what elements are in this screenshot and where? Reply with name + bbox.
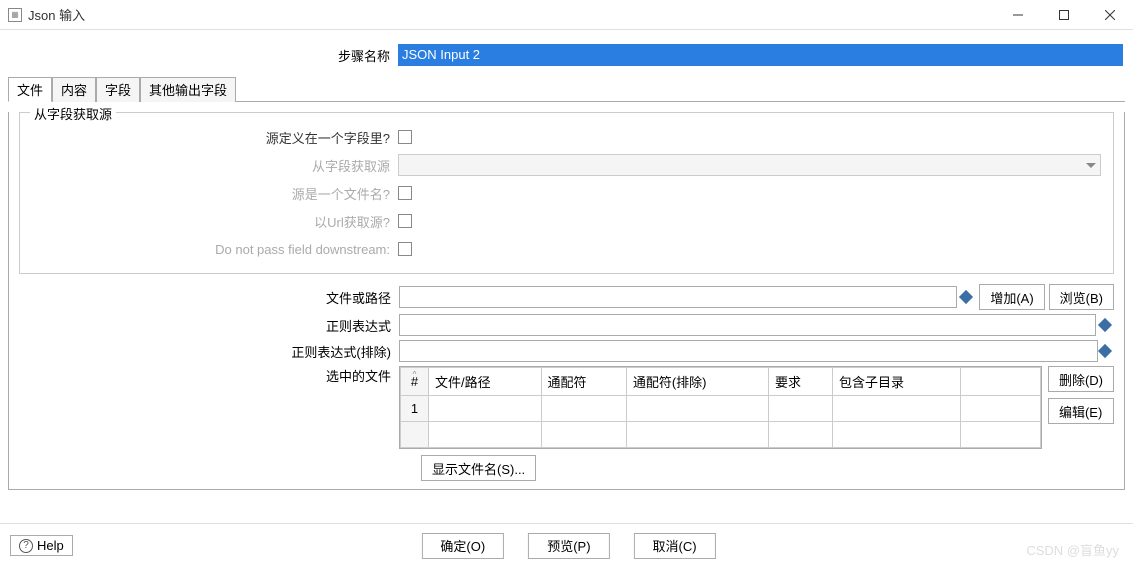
- use-url-label: 以Url获取源?: [28, 212, 398, 231]
- selected-files-table[interactable]: ^# 文件/路径 通配符 通配符(排除) 要求 包含子目录 1: [399, 366, 1042, 449]
- fieldset-legend: 从字段获取源: [30, 104, 116, 123]
- show-filenames-button[interactable]: 显示文件名(S)...: [421, 455, 536, 481]
- window-title: Json 输入: [28, 5, 85, 24]
- add-button[interactable]: 增加(A): [979, 284, 1044, 310]
- preview-button[interactable]: 预览(P): [528, 533, 609, 559]
- dropdown-arrow-icon: [1086, 163, 1096, 168]
- delete-button[interactable]: 删除(D): [1048, 366, 1114, 392]
- minimize-button[interactable]: [995, 0, 1041, 30]
- src-in-field-label: 源定义在一个字段里?: [28, 128, 398, 147]
- no-pass-checkbox[interactable]: [398, 242, 412, 256]
- help-icon: ?: [19, 539, 33, 553]
- step-name-label: 步骤名称: [10, 46, 398, 65]
- maximize-button[interactable]: [1041, 0, 1087, 30]
- is-filename-checkbox[interactable]: [398, 186, 412, 200]
- col-rownum[interactable]: ^#: [401, 368, 429, 396]
- regex-exclude-input[interactable]: [399, 340, 1098, 362]
- is-filename-label: 源是一个文件名?: [28, 184, 398, 203]
- file-or-path-input[interactable]: [399, 286, 957, 308]
- tab-fields[interactable]: 字段: [96, 77, 140, 102]
- help-button[interactable]: ? Help: [10, 535, 73, 556]
- regex-label: 正则表达式: [19, 316, 399, 335]
- col-wildcard-exclude[interactable]: 通配符(排除): [626, 368, 768, 396]
- regex-input[interactable]: [399, 314, 1096, 336]
- variable-icon[interactable]: [959, 290, 973, 304]
- app-icon: ▦: [8, 8, 22, 22]
- col-required[interactable]: 要求: [768, 368, 832, 396]
- footer: ? Help 确定(O) 预览(P) 取消(C): [0, 523, 1133, 567]
- src-in-field-checkbox[interactable]: [398, 130, 412, 144]
- col-wildcard[interactable]: 通配符: [541, 368, 626, 396]
- tab-other-output[interactable]: 其他输出字段: [140, 77, 236, 102]
- browse-button[interactable]: 浏览(B): [1049, 284, 1114, 310]
- tab-content[interactable]: 内容: [52, 77, 96, 102]
- table-row[interactable]: [401, 422, 1041, 448]
- col-file-path[interactable]: 文件/路径: [429, 368, 542, 396]
- tabs: 文件 内容 字段 其他输出字段: [8, 76, 1125, 102]
- step-name-input[interactable]: [398, 44, 1123, 66]
- regex-exclude-label: 正则表达式(排除): [19, 342, 399, 361]
- table-row[interactable]: 1: [401, 396, 1041, 422]
- get-from-field-select[interactable]: [398, 154, 1101, 176]
- use-url-checkbox[interactable]: [398, 214, 412, 228]
- get-from-field-label: 从字段获取源: [28, 156, 398, 175]
- variable-icon[interactable]: [1098, 318, 1112, 332]
- cancel-button[interactable]: 取消(C): [634, 533, 716, 559]
- tab-file[interactable]: 文件: [8, 77, 52, 102]
- edit-button[interactable]: 编辑(E): [1048, 398, 1114, 424]
- variable-icon[interactable]: [1098, 344, 1112, 358]
- file-or-path-label: 文件或路径: [19, 288, 399, 307]
- close-button[interactable]: [1087, 0, 1133, 30]
- no-pass-label: Do not pass field downstream:: [28, 242, 398, 257]
- col-subdirs[interactable]: 包含子目录: [832, 368, 960, 396]
- source-from-field-group: 从字段获取源 源定义在一个字段里? 从字段获取源 源是一个文件名? 以Url获取…: [19, 112, 1114, 274]
- ok-button[interactable]: 确定(O): [421, 533, 504, 559]
- tab-content-pane: 从字段获取源 源定义在一个字段里? 从字段获取源 源是一个文件名? 以Url获取…: [8, 112, 1125, 490]
- watermark: CSDN @盲鱼yy: [1026, 540, 1119, 559]
- col-empty: [960, 368, 1040, 396]
- selected-files-label: 选中的文件: [19, 366, 399, 385]
- titlebar: ▦ Json 输入: [0, 0, 1133, 30]
